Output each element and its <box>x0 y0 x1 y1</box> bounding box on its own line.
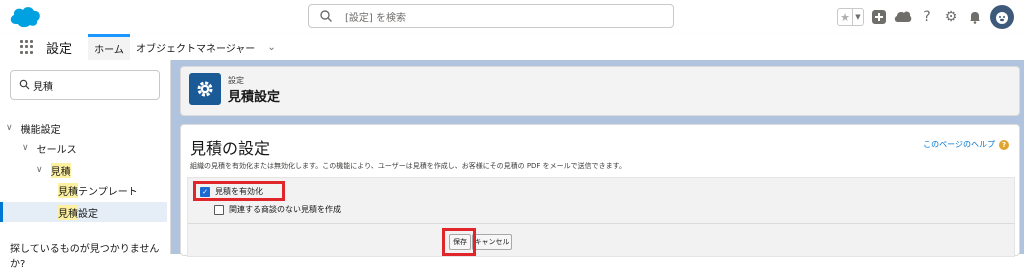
chevron-down-icon[interactable]: ∨ <box>36 165 43 175</box>
breadcrumb[interactable]: 設定 <box>228 75 244 86</box>
tab-object-manager-label: オブジェクトマネージャー <box>136 43 256 55</box>
highlight-box <box>193 181 285 201</box>
favorites-control[interactable]: ★ ▼ <box>837 8 864 26</box>
cancel-button[interactable]: キャンセル <box>472 234 512 250</box>
divider <box>188 223 1014 224</box>
quick-find-value: 見積 <box>33 82 53 93</box>
search-placeholder: [設定] を検索 <box>345 13 406 24</box>
checkbox-icon[interactable] <box>214 204 224 215</box>
app-name: 設定 <box>46 42 73 57</box>
global-header: [設定] を検索 ★ ▼ ? ⚙ <box>0 0 1024 35</box>
no-opportunity-quote-label: 関連する商談のない見積を作成 <box>229 205 341 214</box>
panel-title: 見積の設定 <box>190 139 271 158</box>
not-found-text[interactable]: 探しているものが見つかりませんか? <box>10 240 170 270</box>
panel-description: 組織の見積を有効化または無効化します。この機能により、ユーザーは見積を作成し、お… <box>190 162 626 170</box>
page-header: 設定 見積設定 <box>180 66 1020 116</box>
app-launcher-icon[interactable] <box>20 40 34 54</box>
search-icon <box>19 79 30 90</box>
tree-item-quotes[interactable]: ∨ 見積 <box>36 160 71 180</box>
plus-icon[interactable] <box>870 8 888 26</box>
highlight-box <box>442 228 476 256</box>
quick-find-input[interactable]: 見積 <box>10 70 160 100</box>
chevron-down-icon[interactable]: ∨ <box>6 123 13 133</box>
bell-icon[interactable] <box>966 8 984 26</box>
question-icon[interactable]: ? <box>918 8 936 26</box>
page-title: 見積設定 <box>228 90 281 105</box>
app-nav-bar: 設定 ホーム オブジェクトマネージャー ⌄ <box>0 34 1024 63</box>
help-link-label: このページのヘルプ <box>923 140 995 149</box>
gear-icon[interactable]: ⚙ <box>942 8 960 26</box>
tree-item-sales[interactable]: ∨ セールス <box>22 138 77 158</box>
tab-home[interactable]: ホーム <box>88 34 130 60</box>
tree-item-feature-settings[interactable]: ∨ 機能設定 <box>6 118 61 138</box>
setup-sidebar: 見積 ∨ 機能設定 ∨ セールス ∨ 見積 見積 テンプレート 見積 設定 探してい… <box>0 60 171 270</box>
help-link[interactable]: このページのヘルプ ? <box>923 139 1009 150</box>
gear-icon <box>189 73 221 105</box>
tree-item-quote-templates[interactable]: 見積 テンプレート <box>58 180 138 200</box>
header-icons: ★ ▼ ? ⚙ <box>837 5 1014 29</box>
chevron-down-icon[interactable]: ▼ <box>852 9 863 25</box>
chevron-down-icon[interactable]: ⌄ <box>267 42 275 53</box>
star-icon[interactable]: ★ <box>838 9 852 25</box>
no-opportunity-quote-checkbox[interactable]: 関連する商談のない見積を作成 <box>214 204 341 215</box>
avatar[interactable] <box>990 5 1014 29</box>
global-search[interactable]: [設定] を検索 <box>308 4 674 28</box>
settings-panel: 見積の設定 このページのヘルプ ? 組織の見積を有効化または無効化します。この機… <box>180 124 1020 257</box>
tab-object-manager[interactable]: オブジェクトマネージャー ⌄ <box>136 34 276 60</box>
chevron-down-icon[interactable]: ∨ <box>22 143 29 153</box>
help-icon: ? <box>999 139 1009 150</box>
search-icon <box>320 10 332 22</box>
cloud-help-icon[interactable] <box>894 8 912 26</box>
salesforce-cloud-logo[interactable] <box>8 4 42 28</box>
tree-item-quote-settings[interactable]: 見積 設定 <box>0 202 167 222</box>
settings-form: ✓ 見積を有効化 関連する商談のない見積を作成 保存 キャンセル <box>187 177 1015 257</box>
